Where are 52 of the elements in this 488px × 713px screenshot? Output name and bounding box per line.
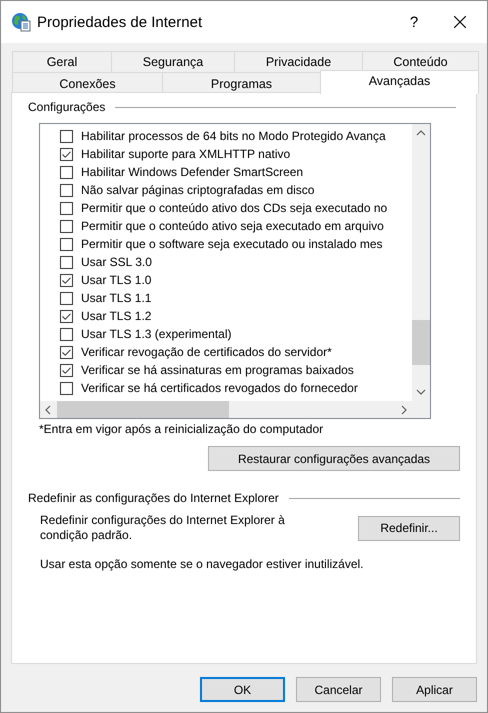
setting-label: Habilitar suporte para XMLHTTP nativo bbox=[81, 147, 290, 161]
checkbox[interactable] bbox=[60, 256, 73, 268]
checkbox[interactable] bbox=[60, 184, 73, 196]
footnote: *Entra em vigor após a reinicialização do computador bbox=[39, 422, 324, 436]
close-icon[interactable] bbox=[454, 16, 466, 28]
checkbox[interactable] bbox=[60, 148, 73, 160]
setting-label: Verificar se há assinaturas em programas baixados bbox=[81, 363, 354, 377]
setting-label: Usar TLS 1.0 bbox=[81, 273, 152, 287]
checkbox[interactable] bbox=[60, 310, 73, 322]
checkbox[interactable] bbox=[60, 220, 73, 232]
checkbox[interactable] bbox=[60, 130, 73, 142]
checkbox[interactable] bbox=[60, 202, 73, 214]
group-label: Redefinir as configurações do Internet Explorer bbox=[28, 491, 279, 505]
scrollbar-thumb[interactable] bbox=[412, 320, 430, 365]
checkbox[interactable] bbox=[60, 328, 73, 340]
setting-label: Usar SSL 3.0 bbox=[81, 255, 152, 269]
tab[interactable]: Conteúdo bbox=[362, 51, 479, 72]
restore-button[interactable]: Restaurar configurações avançadas bbox=[208, 446, 460, 471]
reset-description: Redefinir configurações do Internet Explorer à condição padrão. bbox=[40, 513, 286, 543]
checkbox[interactable] bbox=[60, 346, 73, 358]
reset-button[interactable]: Redefinir... bbox=[358, 516, 460, 540]
tab[interactable]: Avançadas bbox=[320, 70, 479, 94]
setting-label: Habilitar processos de 64 bits no Modo Protegido Avança bbox=[81, 129, 386, 143]
dialog-button[interactable]: Cancelar bbox=[296, 677, 381, 702]
setting-label: Verificar revogação de certificados do servidor* bbox=[81, 345, 332, 359]
setting-label: Não salvar páginas criptografadas em disco bbox=[81, 183, 314, 197]
dialog-button[interactable]: OK bbox=[200, 677, 285, 702]
window-title: Propriedades de Internet bbox=[37, 14, 204, 30]
setting-label: Usar TLS 1.2 bbox=[81, 309, 152, 323]
dialog-button[interactable]: Aplicar bbox=[392, 677, 477, 702]
checkbox[interactable] bbox=[60, 238, 73, 250]
checkbox[interactable] bbox=[60, 166, 73, 178]
scrollbar-thumb[interactable] bbox=[57, 401, 229, 418]
setting-label: Usar TLS 1.3 (experimental) bbox=[81, 327, 232, 341]
setting-label: Verificar se há certificados revogados do fornecedor bbox=[81, 381, 358, 395]
reset-note: Usar esta opção somente se o navegador estiver inutilizável. bbox=[40, 557, 365, 571]
group-label: Configurações bbox=[28, 100, 106, 114]
globe-icon bbox=[11, 12, 31, 32]
checkbox[interactable] bbox=[60, 274, 73, 286]
checkbox[interactable] bbox=[60, 382, 73, 394]
setting-label: Habilitar Windows Defender SmartScreen bbox=[81, 165, 304, 179]
setting-label: Permitir que o conteúdo ativo dos CDs seja executado no bbox=[81, 201, 388, 215]
checkbox[interactable] bbox=[60, 292, 73, 304]
setting-label: Usar TLS 1.1 bbox=[81, 291, 152, 305]
setting-label: Permitir que o software seja executado ou instalado mes bbox=[81, 237, 382, 251]
setting-label: Permitir que o conteúdo ativo seja executado em arquivo bbox=[81, 219, 384, 233]
tab[interactable]: Segurança bbox=[111, 51, 235, 72]
tab[interactable]: Programas bbox=[162, 72, 321, 94]
tab[interactable]: Geral bbox=[12, 51, 112, 72]
checkbox[interactable] bbox=[60, 364, 73, 376]
help-button[interactable]: ? bbox=[391, 14, 437, 30]
tab[interactable]: Conexões bbox=[12, 72, 163, 94]
